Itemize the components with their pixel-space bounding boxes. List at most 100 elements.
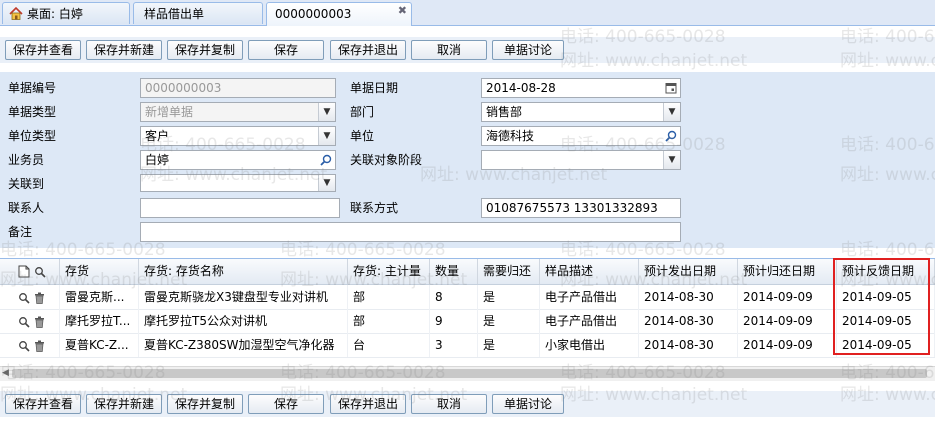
- discussion-button[interactable]: 单据讨论: [492, 394, 564, 414]
- save-button[interactable]: 保存: [248, 394, 324, 414]
- doc-type-select: 新增单据 ▼: [140, 102, 336, 122]
- doc-date-value: 2014-08-28: [486, 81, 556, 95]
- search-icon[interactable]: [18, 292, 30, 304]
- grid-header: 存货 存货: 存货名称 存货: 主计量 数量 需要归还 样品描述 预计发出日期 …: [0, 259, 935, 285]
- tab-label: 桌面: 白婷: [27, 7, 83, 21]
- col-est-return-date[interactable]: 预计归还日期: [738, 259, 837, 284]
- tab-bar: 桌面: 白婷 样品借出单 0000000003 ✖: [0, 0, 935, 26]
- cell-inventory-name[interactable]: 雷曼克斯骁龙X3键盘型专业对讲机: [139, 285, 348, 309]
- cell-est-feedback-date[interactable]: 2014-09-05: [837, 333, 935, 357]
- cancel-button[interactable]: 取消: [411, 394, 487, 414]
- calendar-icon[interactable]: [662, 79, 680, 97]
- unit-value: 海德科技: [486, 129, 535, 143]
- col-inventory[interactable]: 存货: [60, 259, 139, 284]
- scroll-thumb[interactable]: [12, 369, 927, 378]
- bottom-toolbar: 保存并查看 保存并新建 保存并复制 保存 保存并退出 取消 单据讨论: [0, 391, 935, 417]
- chevron-down-icon[interactable]: ▼: [318, 127, 335, 145]
- cell-est-feedback-date[interactable]: 2014-09-05: [837, 309, 935, 333]
- tab-document[interactable]: 0000000003 ✖: [266, 2, 412, 26]
- cell-inventory-name[interactable]: 夏普KC-Z380SW加湿型空气净化器: [139, 333, 348, 357]
- table-row[interactable]: 夏普KC-Z... 夏普KC-Z380SW加湿型空气净化器台 3 是小家电借出 2014…: [0, 333, 935, 358]
- cell-quantity[interactable]: 3: [430, 333, 478, 357]
- save-button[interactable]: 保存: [248, 40, 324, 60]
- dept-label: 部门: [350, 105, 375, 119]
- cancel-button[interactable]: 取消: [411, 40, 487, 60]
- cell-est-return-date[interactable]: 2014-09-09: [738, 285, 837, 309]
- dept-select[interactable]: 销售部 ▼: [481, 102, 681, 122]
- table-row[interactable]: 摩托罗拉T... 摩托罗拉T5公众对讲机部 9 是电子产品借出 2014-08-30 20…: [0, 309, 935, 334]
- cell-quantity[interactable]: 9: [430, 309, 478, 333]
- cell-unit[interactable]: 台: [348, 333, 430, 357]
- trash-icon[interactable]: [34, 340, 45, 352]
- related-select[interactable]: ▼: [140, 174, 336, 192]
- col-est-send-date[interactable]: 预计发出日期: [639, 259, 738, 284]
- document-form: 单据编号 0000000003 单据日期 2014-08-28 单据类型 新增单…: [0, 72, 935, 248]
- chevron-down-icon[interactable]: ▼: [318, 175, 335, 191]
- cell-sample-desc[interactable]: 电子产品借出: [540, 285, 639, 309]
- trash-icon[interactable]: [34, 292, 45, 304]
- remark-field[interactable]: [140, 222, 681, 242]
- save-copy-button[interactable]: 保存并复制: [167, 40, 243, 60]
- close-icon[interactable]: ✖: [398, 4, 407, 18]
- doc-type-value: 新增单据: [145, 105, 194, 119]
- save-copy-button[interactable]: 保存并复制: [167, 394, 243, 414]
- related-label: 关联到: [8, 177, 45, 191]
- cell-sample-desc[interactable]: 小家电借出: [540, 333, 639, 357]
- stage-select[interactable]: ▼: [481, 150, 681, 170]
- cell-est-send-date[interactable]: 2014-08-30: [639, 333, 738, 357]
- contact-method-label: 联系方式: [350, 201, 399, 215]
- save-new-button[interactable]: 保存并新建: [86, 40, 162, 60]
- cell-inventory[interactable]: 夏普KC-Z...: [60, 333, 139, 357]
- cell-inventory[interactable]: 摩托罗拉T...: [60, 309, 139, 333]
- search-icon[interactable]: [662, 127, 680, 145]
- chevron-down-icon[interactable]: ▼: [663, 103, 680, 121]
- cell-sample-desc[interactable]: 电子产品借出: [540, 309, 639, 333]
- doc-date-field[interactable]: 2014-08-28: [481, 78, 681, 98]
- tab-desktop[interactable]: 桌面: 白婷: [2, 2, 130, 24]
- unit-field[interactable]: 海德科技: [481, 126, 681, 146]
- cell-need-return[interactable]: 是: [478, 285, 540, 309]
- tab-label: 0000000003: [275, 7, 352, 21]
- search-icon[interactable]: [18, 340, 30, 352]
- unit-type-label: 单位类型: [8, 129, 57, 143]
- col-need-return[interactable]: 需要归还: [478, 259, 540, 284]
- cell-est-send-date[interactable]: 2014-08-30: [639, 309, 738, 333]
- save-exit-button[interactable]: 保存并退出: [330, 394, 406, 414]
- chevron-down-icon[interactable]: ▼: [663, 151, 680, 169]
- col-inventory-name[interactable]: 存货: 存货名称: [139, 259, 348, 284]
- tab-sample-loan[interactable]: 样品借出单: [133, 2, 263, 24]
- save-view-button[interactable]: 保存并查看: [5, 40, 81, 60]
- unit-type-select[interactable]: 客户 ▼: [140, 126, 336, 146]
- staff-field[interactable]: 白婷: [140, 150, 336, 170]
- table-row[interactable]: 雷曼克斯... 雷曼克斯骁龙X3键盘型专业对讲机部 8 是电子产品借出 2014-08-…: [0, 285, 935, 310]
- contact-field[interactable]: [140, 198, 340, 218]
- contact-method-field[interactable]: 01087675573 13301332893: [481, 198, 681, 218]
- save-view-button[interactable]: 保存并查看: [5, 394, 81, 414]
- cell-est-feedback-date[interactable]: 2014-09-05: [837, 285, 935, 309]
- cell-need-return[interactable]: 是: [478, 309, 540, 333]
- new-row-icon[interactable]: [18, 265, 30, 278]
- horizontal-scrollbar[interactable]: ◀: [0, 366, 935, 381]
- save-new-button[interactable]: 保存并新建: [86, 394, 162, 414]
- col-unit[interactable]: 存货: 主计量: [348, 259, 430, 284]
- cell-est-return-date[interactable]: 2014-09-09: [738, 333, 837, 357]
- col-sample-desc[interactable]: 样品描述: [540, 259, 639, 284]
- scroll-left-icon[interactable]: ◀: [2, 367, 9, 380]
- cell-need-return[interactable]: 是: [478, 333, 540, 357]
- cell-inventory[interactable]: 雷曼克斯...: [60, 285, 139, 309]
- remark-label: 备注: [8, 225, 33, 239]
- save-exit-button[interactable]: 保存并退出: [330, 40, 406, 60]
- cell-quantity[interactable]: 8: [430, 285, 478, 309]
- discussion-button[interactable]: 单据讨论: [492, 40, 564, 60]
- cell-est-return-date[interactable]: 2014-09-09: [738, 309, 837, 333]
- cell-est-send-date[interactable]: 2014-08-30: [639, 285, 738, 309]
- search-icon[interactable]: [34, 266, 46, 278]
- search-icon[interactable]: [317, 151, 335, 169]
- cell-inventory-name[interactable]: 摩托罗拉T5公众对讲机: [139, 309, 348, 333]
- cell-unit[interactable]: 部: [348, 309, 430, 333]
- col-est-feedback-date[interactable]: 预计反馈日期: [837, 259, 935, 284]
- search-icon[interactable]: [18, 316, 30, 328]
- cell-unit[interactable]: 部: [348, 285, 430, 309]
- trash-icon[interactable]: [34, 316, 45, 328]
- col-quantity[interactable]: 数量: [430, 259, 478, 284]
